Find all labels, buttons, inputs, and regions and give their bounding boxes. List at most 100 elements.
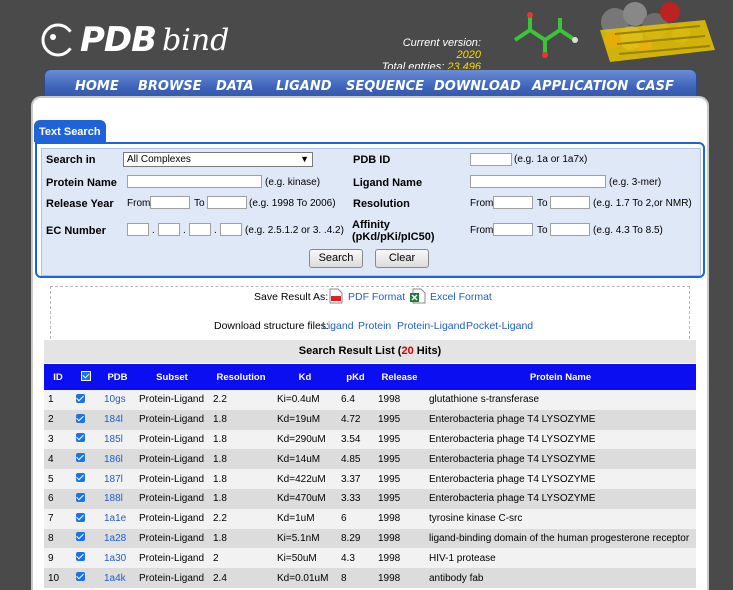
affinity-to-input[interactable]: [550, 223, 590, 236]
version-info: Current version: 2020 Total entries: 23,…: [381, 37, 481, 73]
row-pdb-link[interactable]: 1a30: [100, 548, 135, 569]
row-kd: Kd=470uM: [273, 488, 337, 509]
row-pdb-link[interactable]: 1a28: [100, 528, 135, 549]
excel-format-link[interactable]: Excel Format: [430, 291, 492, 303]
row-pkd: 8: [337, 568, 374, 588]
row-checkbox[interactable]: [76, 453, 85, 463]
pdf-icon[interactable]: [329, 288, 343, 304]
row-subset: Protein-Ligand: [135, 568, 209, 588]
row-select[interactable]: [72, 488, 100, 509]
row-pdb-link[interactable]: 185l: [100, 429, 135, 450]
nav-data[interactable]: DATA: [216, 79, 254, 94]
nav-download[interactable]: DOWNLOAD: [434, 79, 521, 94]
row-select[interactable]: [72, 548, 100, 569]
row-id: 2: [44, 409, 72, 430]
download-pocket-ligand-link[interactable]: Pocket-Ligand: [466, 320, 533, 332]
version-label: Current version:: [402, 37, 481, 49]
release-from-input[interactable]: [150, 196, 190, 209]
row-pdb-link[interactable]: 187l: [100, 469, 135, 489]
ec-dot-2: .: [183, 225, 186, 236]
result-title-prefix: Search Result List (: [298, 345, 402, 357]
select-all-checkbox[interactable]: [81, 370, 91, 381]
nav-ligand[interactable]: LIGAND: [276, 79, 332, 94]
affinity-label: Affinity (pKd/pKi/pIC50): [352, 219, 435, 243]
col-header-id[interactable]: ID: [44, 364, 72, 390]
download-ligand-link[interactable]: Ligand: [322, 320, 354, 332]
col-header-kd[interactable]: Kd: [273, 364, 337, 390]
col-header-subset[interactable]: Subset: [135, 364, 209, 390]
results-table: ID PDB Subset Resolution Kd pKd Release …: [44, 364, 696, 588]
clear-button[interactable]: Clear: [375, 249, 429, 268]
ec-input-3[interactable]: [189, 223, 211, 236]
download-protein-link[interactable]: Protein: [358, 320, 391, 332]
resolution-to-input[interactable]: [550, 196, 590, 209]
row-checkbox[interactable]: [76, 492, 85, 502]
row-id: 8: [44, 528, 72, 549]
release-to-input[interactable]: [207, 196, 247, 209]
col-header-protein-name[interactable]: Protein Name: [425, 364, 696, 390]
ec-input-4[interactable]: [220, 223, 242, 236]
search-button[interactable]: Search: [309, 249, 363, 268]
ec-dot-1: .: [152, 225, 155, 236]
pdb-id-input[interactable]: [470, 153, 512, 166]
row-select[interactable]: [72, 469, 100, 489]
row-pkd: 6: [337, 508, 374, 529]
row-checkbox[interactable]: [76, 572, 85, 582]
nav-casf[interactable]: CASF: [636, 79, 674, 94]
col-header-resolution[interactable]: Resolution: [209, 364, 273, 390]
ec-input-2[interactable]: [158, 223, 180, 236]
col-header-pdb[interactable]: PDB: [100, 364, 135, 390]
row-checkbox[interactable]: [76, 433, 85, 443]
row-pdb-link[interactable]: 10gs: [100, 390, 135, 410]
row-select[interactable]: [72, 390, 100, 410]
row-checkbox[interactable]: [76, 552, 85, 562]
nav-application[interactable]: APPLICATION: [532, 79, 628, 94]
row-checkbox[interactable]: [76, 512, 85, 522]
nav-home[interactable]: HOME: [75, 79, 119, 94]
site-header: PDB bind Current version: 2020 Total ent…: [0, 0, 733, 73]
row-pdb-link[interactable]: 186l: [100, 449, 135, 470]
affinity-from-input[interactable]: [493, 223, 533, 236]
row-select[interactable]: [72, 528, 100, 549]
protein-name-input[interactable]: [127, 175, 262, 188]
table-row: 2 184l Protein-Ligand 1.8 Kd=19uM 4.72 1995 Ent…: [44, 409, 696, 430]
row-pdb-link[interactable]: 184l: [100, 409, 135, 430]
row-select[interactable]: [72, 508, 100, 529]
row-select[interactable]: [72, 429, 100, 450]
row-pkd: 3.54: [337, 429, 374, 450]
row-protein-name: Enterobacteria phage T4 LYSOZYME: [425, 469, 696, 489]
row-checkbox[interactable]: [76, 473, 85, 483]
row-kd: Ki=0.4uM: [273, 390, 337, 410]
col-header-select[interactable]: [72, 364, 100, 390]
row-release: 1998: [374, 528, 425, 549]
row-release: 1998: [374, 508, 425, 529]
row-select[interactable]: [72, 568, 100, 588]
ec-dot-3: .: [214, 225, 217, 236]
row-pdb-link[interactable]: 1a4k: [100, 568, 135, 588]
col-header-pkd[interactable]: pKd: [337, 364, 374, 390]
download-protein-ligand-link[interactable]: Protein-Ligand: [397, 320, 465, 332]
affinity-to-label: To: [537, 225, 548, 236]
excel-icon[interactable]: [410, 288, 426, 304]
col-header-release[interactable]: Release: [374, 364, 425, 390]
ligand-name-input[interactable]: [470, 175, 606, 188]
search-in-select[interactable]: All Complexes ▼: [123, 152, 313, 167]
row-checkbox[interactable]: [76, 393, 85, 403]
row-pdb-link[interactable]: 188l: [100, 488, 135, 509]
resolution-from-input[interactable]: [493, 196, 533, 209]
row-pdb-link[interactable]: 1a1e: [100, 508, 135, 529]
row-select[interactable]: [72, 409, 100, 430]
row-select[interactable]: [72, 449, 100, 470]
pdf-format-link[interactable]: PDF Format: [348, 291, 405, 303]
pdbbind-logo[interactable]: PDB bind: [40, 20, 229, 60]
logo-text-bind: bind: [162, 22, 230, 58]
nav-sequence[interactable]: SEQUENCE: [346, 79, 424, 94]
row-checkbox[interactable]: [76, 532, 85, 542]
row-protein-name: antibody fab: [425, 568, 696, 588]
row-checkbox[interactable]: [76, 413, 85, 423]
tab-text-search[interactable]: Text Search: [34, 120, 106, 142]
row-kd: Kd=0.01uM: [273, 568, 337, 588]
resolution-from-label: From: [470, 198, 494, 209]
nav-browse[interactable]: BROWSE: [138, 79, 202, 94]
ec-input-1[interactable]: [127, 223, 149, 236]
